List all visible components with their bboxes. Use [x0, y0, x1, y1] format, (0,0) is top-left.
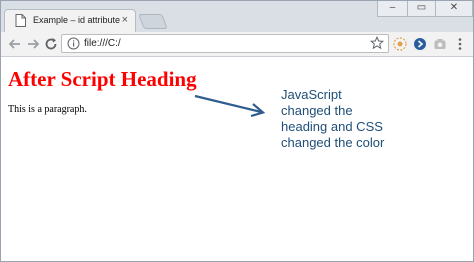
- extension-icon[interactable]: [393, 37, 407, 51]
- annotation-line: changed the: [281, 103, 353, 118]
- new-tab-button[interactable]: [138, 14, 168, 29]
- reload-icon[interactable]: [42, 35, 60, 53]
- minimize-button[interactable]: ‒: [377, 1, 407, 17]
- url-text: file:///C:/: [84, 38, 121, 49]
- page-heading: After Script Heading: [8, 67, 197, 91]
- annotation-line: JavaScript: [281, 87, 342, 102]
- menu-icon[interactable]: [453, 37, 467, 51]
- page-paragraph: This is a paragraph.: [8, 104, 87, 115]
- tab-close-icon[interactable]: ×: [122, 13, 128, 27]
- star-icon[interactable]: [370, 36, 384, 50]
- tab-title: Example – id attribute: [33, 15, 121, 25]
- page-content: After Script Heading This is a paragraph…: [1, 57, 473, 261]
- annotation-line: heading and CSS: [281, 119, 383, 134]
- back-arrow-icon[interactable]: [6, 35, 24, 53]
- annotation-callout: JavaScript changed the heading and CSS c…: [281, 87, 431, 151]
- close-window-button[interactable]: ✕: [435, 1, 473, 17]
- tab-active[interactable]: Example – id attribute ×: [4, 9, 136, 32]
- forward-arrow-icon[interactable]: [24, 35, 42, 53]
- annotation-line: changed the color: [281, 135, 385, 150]
- maximize-icon: ▭: [416, 2, 427, 13]
- tab-strip: Example – id attribute × ‒ ▭ ✕: [1, 1, 473, 32]
- info-icon[interactable]: [67, 37, 80, 50]
- browser-toolbar: file:///C:/: [1, 32, 473, 57]
- close-icon: ✕: [449, 2, 459, 13]
- page-icon: [15, 14, 26, 27]
- maximize-button[interactable]: ▭: [407, 1, 435, 17]
- address-bar[interactable]: file:///C:/: [61, 34, 389, 53]
- minimize-icon: ‒: [389, 2, 396, 13]
- annotation-arrow: [194, 94, 266, 118]
- extension-icon[interactable]: [413, 37, 427, 51]
- browser-window: Example – id attribute × ‒ ▭ ✕ file:///C…: [0, 0, 474, 262]
- extension-icon[interactable]: [433, 37, 447, 51]
